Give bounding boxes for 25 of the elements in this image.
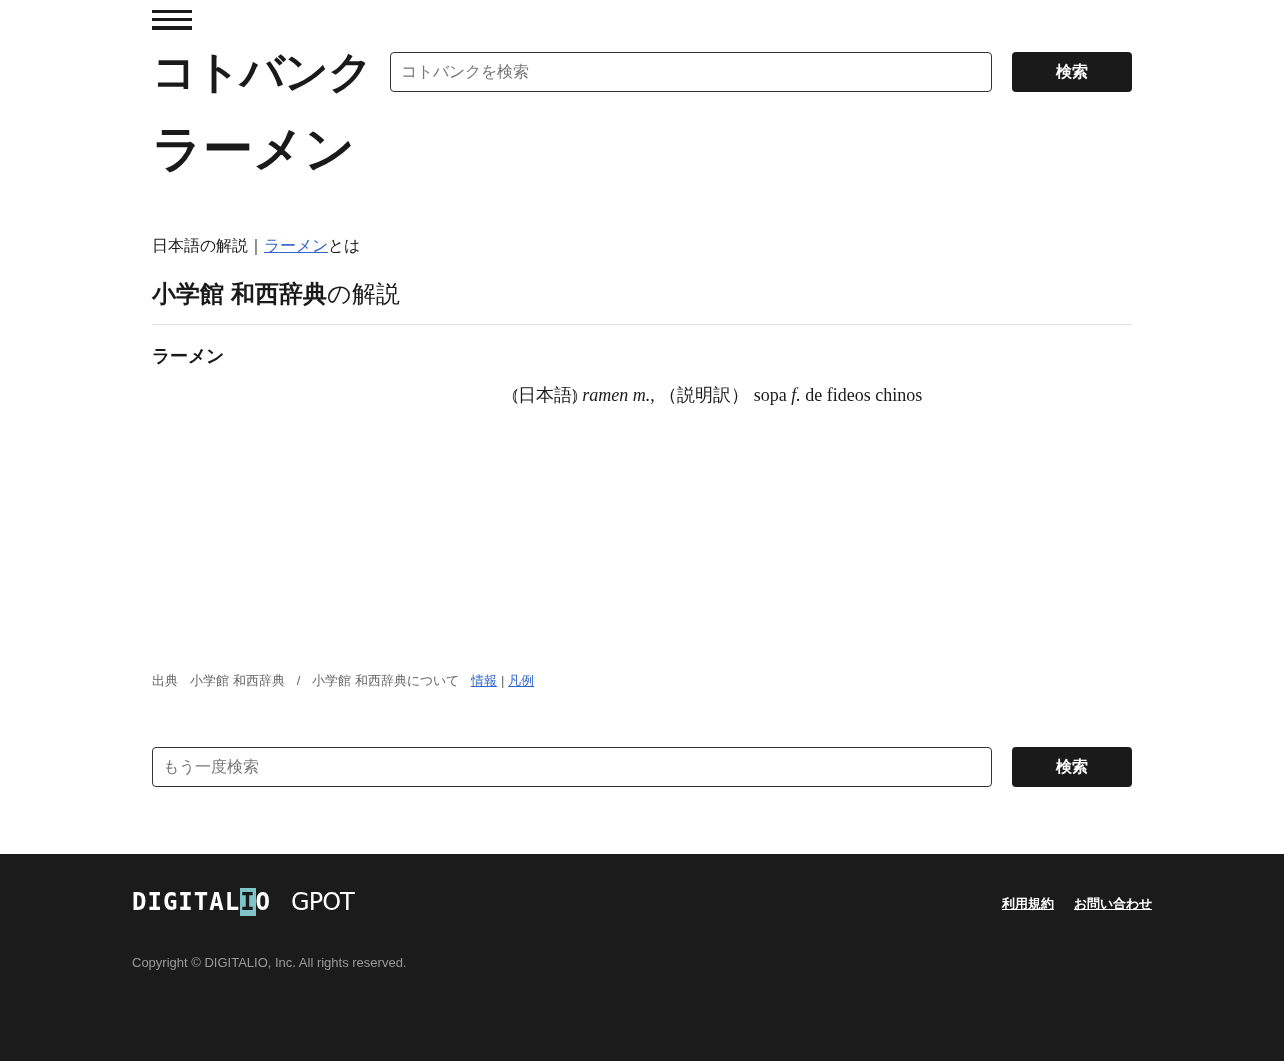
- info-link[interactable]: 情報: [470, 671, 497, 691]
- breadcrumb-link[interactable]: ラーメン: [264, 234, 328, 258]
- legend-link[interactable]: 凡例: [508, 671, 535, 691]
- page-title: ラーメン: [152, 124, 356, 174]
- search-field[interactable]: もう一度検索: [152, 746, 992, 787]
- citation-about: 小学館 和西辞典について: [312, 672, 459, 690]
- company-logo[interactable]: DIGITALIO: [132, 890, 272, 914]
- breadcrumb-text: 日本語の解説｜: [152, 236, 264, 257]
- headword: ラーメン: [152, 345, 225, 368]
- section-heading: 小学館 和西辞典の解説: [152, 276, 1132, 325]
- search-button[interactable]: 検索: [1012, 746, 1132, 787]
- definition-text: ⦅日本語⦆ ramen m., （説明訳） sopa f. de fideos chinos: [511, 384, 923, 407]
- citation-separator: /: [296, 672, 301, 690]
- citation-label: 出典: [152, 672, 178, 690]
- search-field[interactable]: コトバンクを検索: [390, 52, 992, 92]
- menu-icon[interactable]: [152, 10, 192, 30]
- terms-link[interactable]: 利用規約: [1002, 894, 1054, 914]
- service-logo[interactable]: GPOT: [291, 890, 354, 914]
- copyright-text: Copyright © DIGITALIO, Inc. All rights reserved.: [132, 955, 407, 970]
- breadcrumb-text: とは: [328, 236, 360, 256]
- link-separator: |: [500, 672, 505, 690]
- contact-link[interactable]: お問い合わせ: [1074, 894, 1152, 914]
- site-logo[interactable]: コトバンク: [152, 50, 390, 94]
- search-button[interactable]: 検索: [1012, 52, 1132, 92]
- citation-source: 小学館 和西辞典: [190, 672, 285, 690]
